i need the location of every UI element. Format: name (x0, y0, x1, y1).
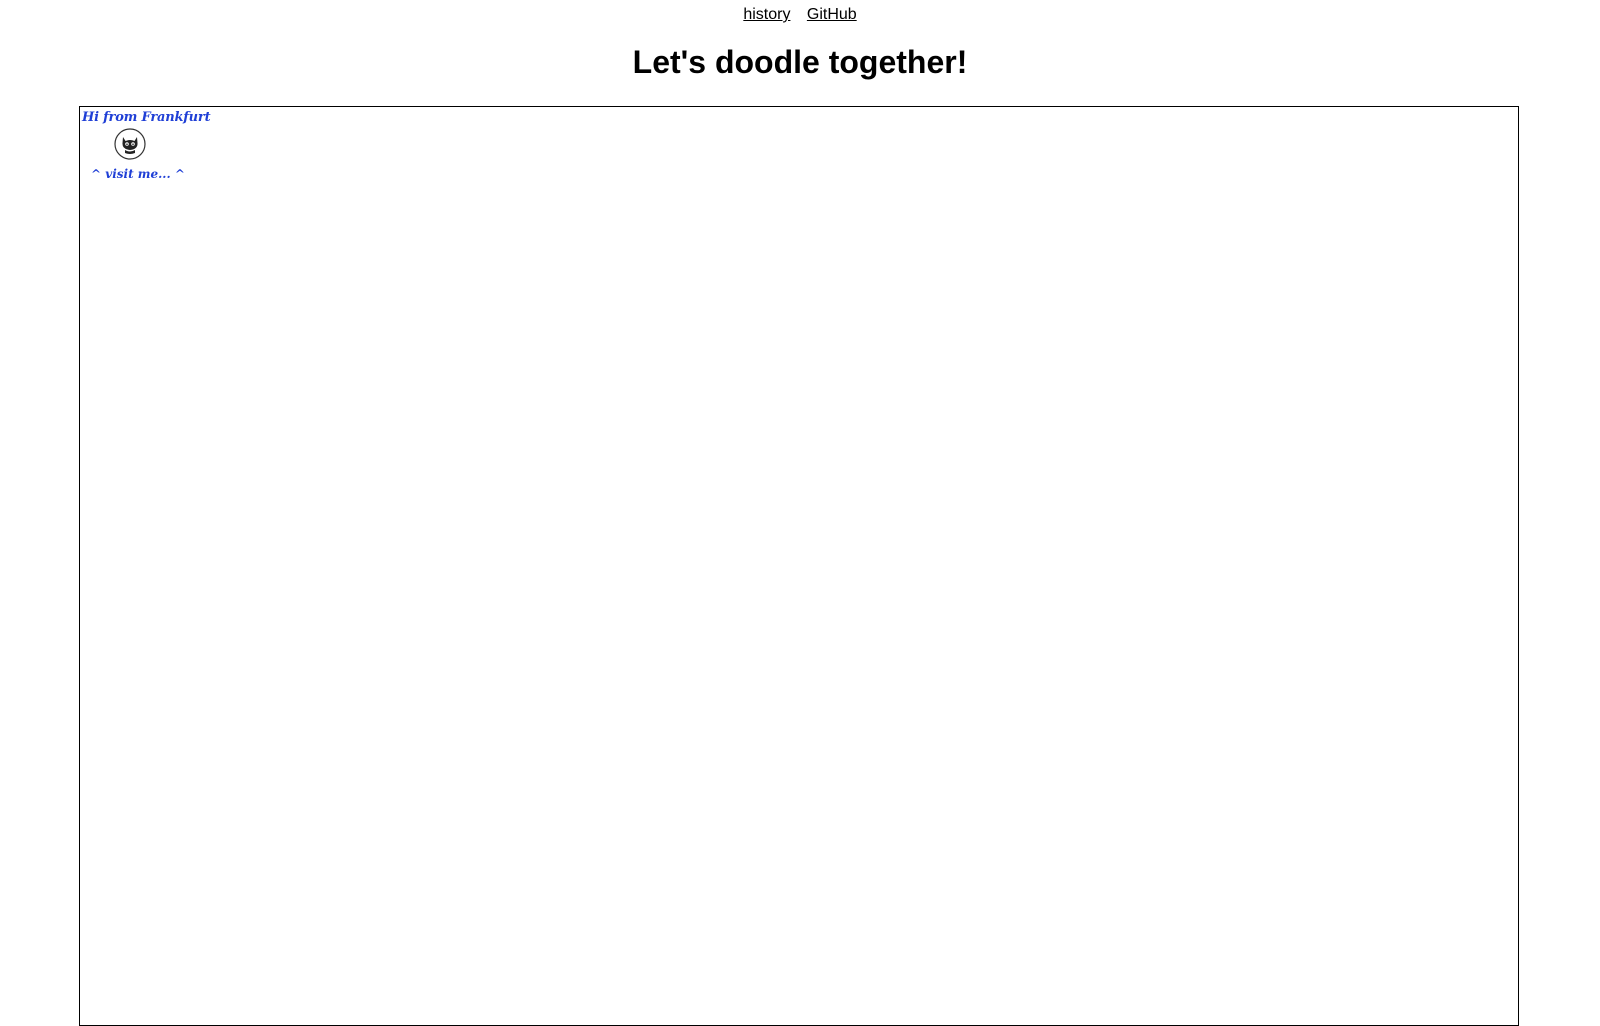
visit-me-text: ^ visit me... ^ (91, 167, 185, 181)
greeting-text: Hi from Frankfurt (82, 110, 211, 125)
page-title: Let's doodle together! (632, 44, 968, 80)
github-link[interactable]: GitHub (807, 6, 857, 23)
github-cat-icon[interactable] (114, 128, 146, 160)
doodle-canvas-frame: Hi from Frankfurt ^ visit me... ^ (79, 106, 1519, 1026)
history-link[interactable]: history (743, 6, 790, 23)
top-nav: history GitHub (0, 6, 1600, 24)
doodle-canvas[interactable] (80, 107, 1518, 1025)
